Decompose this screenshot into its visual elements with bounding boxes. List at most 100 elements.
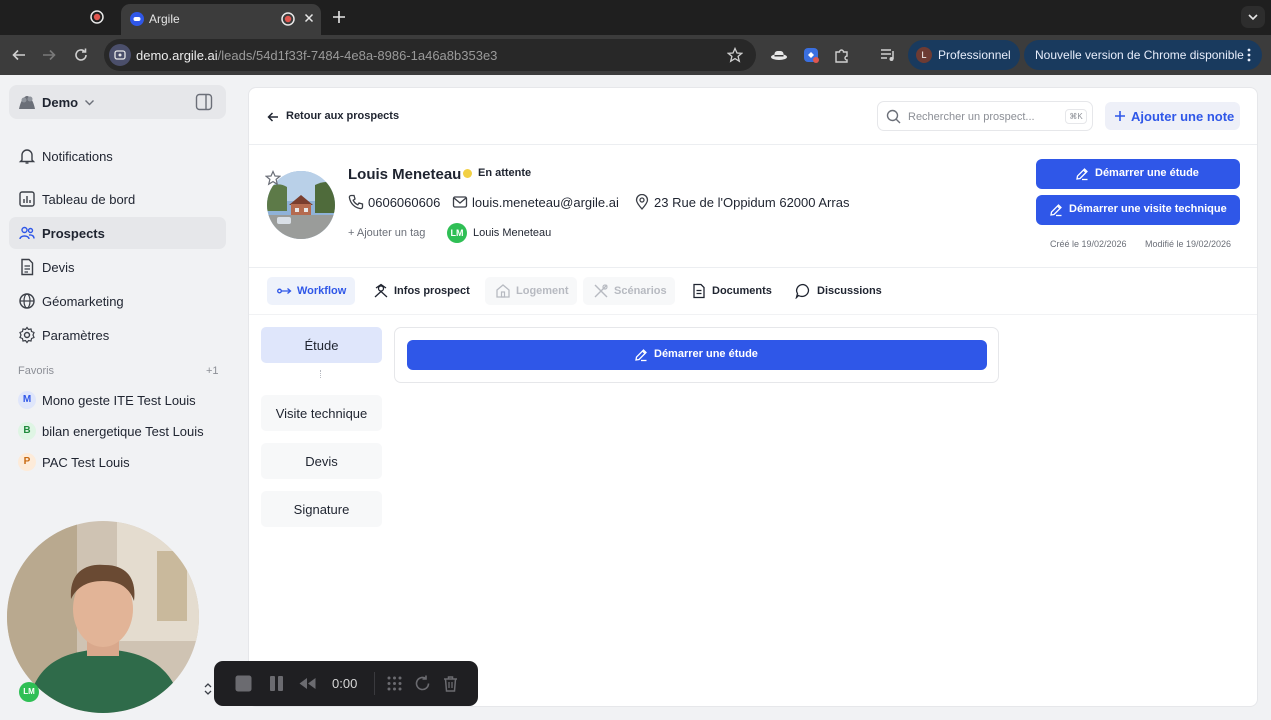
- start-study-button[interactable]: Démarrer une étude: [1036, 159, 1240, 189]
- lead-name: Louis Meneteau: [348, 166, 462, 183]
- pause-icon[interactable]: [267, 674, 286, 693]
- more-vertical-icon[interactable]: [1246, 48, 1252, 62]
- sidebar-item-label: Géomarketing: [42, 294, 124, 309]
- reload-icon[interactable]: [73, 47, 89, 63]
- step-label: Devis: [305, 454, 338, 469]
- address-bar[interactable]: demo.argile.ai/leads/54d1f33f-7484-4e8a-…: [104, 39, 756, 71]
- extension-icon[interactable]: [802, 46, 820, 64]
- sidebar-item-settings[interactable]: Paramètres: [9, 319, 226, 351]
- favorite-item[interactable]: P PAC Test Louis: [18, 452, 228, 472]
- tools-icon: [594, 284, 608, 298]
- favorite-item[interactable]: M Mono geste ITE Test Louis: [18, 390, 228, 410]
- grid-dots-icon[interactable]: [385, 674, 404, 693]
- add-note-button[interactable]: Ajouter une note: [1105, 102, 1240, 130]
- add-tag-button[interactable]: + Ajouter un tag: [348, 227, 425, 239]
- house-icon: [496, 284, 510, 298]
- step-label: Visite technique: [275, 406, 368, 421]
- forward-arrow-icon[interactable]: [41, 47, 57, 63]
- modified-date: Modifié le 19/02/2026: [1145, 239, 1232, 249]
- favorite-badge: M: [18, 391, 36, 409]
- start-study-card-button[interactable]: Démarrer une étude: [407, 340, 987, 370]
- pencil-icon: [635, 349, 647, 362]
- new-tab-icon[interactable]: [332, 10, 346, 24]
- step-label: Étude: [304, 338, 339, 353]
- favorite-item[interactable]: B bilan energetique Test Louis: [18, 421, 228, 441]
- email-text: louis.meneteau@argile.ai: [472, 195, 619, 210]
- tab-label: Workflow: [297, 285, 347, 297]
- created-date: Créé le 19/02/2026: [1050, 239, 1127, 249]
- workspace-switcher[interactable]: Demo: [9, 85, 226, 119]
- tab-title: Argile: [149, 12, 180, 26]
- divider: [374, 672, 375, 695]
- sidebar-item-dashboard[interactable]: Tableau de bord: [9, 183, 226, 215]
- people-icon: [19, 226, 35, 240]
- favorite-label: PAC Test Louis: [42, 455, 130, 470]
- extensions-puzzle-icon[interactable]: [833, 46, 851, 64]
- owner-avatar: LM: [447, 223, 467, 243]
- address-text: 23 Rue de l'Oppidum 62000 Arras: [654, 195, 850, 210]
- collapse-sidebar-icon[interactable]: [195, 93, 213, 111]
- tab-close-icon[interactable]: [302, 11, 316, 25]
- tab-search-button[interactable]: [1241, 6, 1265, 28]
- tab-discussions[interactable]: Discussions: [785, 277, 885, 305]
- person-pin-icon: [374, 283, 388, 298]
- tab-workflow[interactable]: Workflow: [267, 277, 355, 305]
- tab-label: Documents: [712, 285, 772, 297]
- sidebar-item-notifications[interactable]: Notifications: [9, 140, 226, 172]
- favorite-badge: P: [18, 453, 36, 471]
- recording-icon[interactable]: [90, 10, 104, 24]
- sidebar-item-geomarketing[interactable]: Géomarketing: [9, 285, 226, 317]
- update-label: Nouvelle version de Chrome disponible: [1035, 48, 1244, 62]
- bookmark-star-icon[interactable]: [727, 47, 743, 63]
- sidebar-item-label: Devis: [42, 260, 75, 275]
- rewind-icon[interactable]: [298, 674, 317, 693]
- pencil-icon: [1050, 204, 1062, 217]
- bell-icon: [18, 149, 36, 164]
- divider: [249, 144, 1257, 145]
- sidebar-item-label: Paramètres: [42, 328, 110, 343]
- back-arrow-icon[interactable]: [11, 47, 27, 63]
- status-badge[interactable]: En attente: [478, 167, 531, 179]
- workflow-step-signature[interactable]: Signature: [261, 491, 382, 527]
- start-study-label: Démarrer une étude: [1095, 167, 1199, 179]
- tab-infos-prospect[interactable]: Infos prospect: [363, 277, 475, 305]
- favorites-heading: Favoris: [18, 365, 55, 377]
- url-text: demo.argile.ai/leads/54d1f33f-7484-4e8a-…: [136, 48, 498, 63]
- recording-timer: 0:00: [332, 676, 358, 691]
- favorites-count[interactable]: +1: [206, 365, 219, 377]
- workflow-step-etude[interactable]: Étude: [261, 327, 382, 363]
- site-info-icon[interactable]: [109, 44, 131, 66]
- tab-logement[interactable]: Logement: [485, 277, 577, 305]
- chrome-update-button[interactable]: Nouvelle version de Chrome disponible: [1024, 40, 1262, 70]
- media-controls-icon[interactable]: [879, 46, 897, 64]
- owner-name[interactable]: Louis Meneteau: [473, 227, 551, 239]
- trash-icon[interactable]: [441, 674, 460, 693]
- search-placeholder: Rechercher un prospect...: [908, 111, 1035, 123]
- sidebar-item-devis[interactable]: Devis: [9, 251, 226, 283]
- favorite-label: Mono geste ITE Test Louis: [42, 393, 196, 408]
- resize-toggle-icon[interactable]: [203, 682, 213, 696]
- divider: [249, 267, 1257, 268]
- search-shortcut: ⌘K: [1065, 109, 1087, 124]
- tab-documents[interactable]: Documents: [681, 277, 777, 305]
- tab-label: Discussions: [817, 285, 882, 297]
- workflow-step-visite-technique[interactable]: Visite technique: [261, 395, 382, 431]
- favorite-label: bilan energetique Test Louis: [42, 424, 204, 439]
- browser-tab[interactable]: Argile: [121, 4, 321, 35]
- workflow-step-card: Démarrer une étude: [394, 327, 999, 383]
- add-note-label: Ajouter une note: [1131, 109, 1235, 124]
- restart-icon[interactable]: [413, 674, 432, 693]
- profile-label: Professionnel: [938, 48, 1011, 62]
- profile-button[interactable]: L Professionnel: [908, 40, 1020, 70]
- sidebar-item-prospects[interactable]: Prospects: [9, 217, 226, 249]
- extension-hat-icon[interactable]: [770, 46, 788, 64]
- pencil-icon: [1076, 168, 1088, 181]
- favorite-badge: B: [18, 422, 36, 440]
- location-pin-icon: [635, 194, 649, 210]
- favorite-star-icon[interactable]: [265, 170, 281, 186]
- workflow-step-devis[interactable]: Devis: [261, 443, 382, 479]
- stop-icon[interactable]: [234, 674, 253, 693]
- search-prospect-input[interactable]: Rechercher un prospect... ⌘K: [877, 101, 1093, 131]
- start-technical-visit-button[interactable]: Démarrer une visite technique: [1036, 195, 1240, 225]
- tab-scenarios[interactable]: Scénarios: [583, 277, 675, 305]
